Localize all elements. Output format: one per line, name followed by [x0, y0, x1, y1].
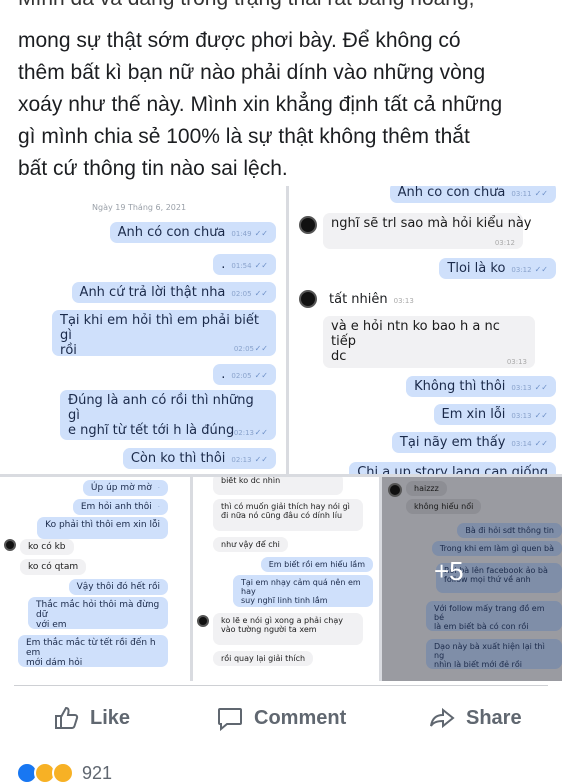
- post-line: xoáy như thế này. Mình xin khẳng định tấ…: [18, 93, 503, 116]
- message-bubble: Dạo này bà xuất hiện lại thì ng nhìn là b…: [426, 639, 562, 669]
- more-photos-count[interactable]: +5: [434, 556, 464, 587]
- check-icon: ✓✓: [254, 455, 268, 464]
- message-bubble: Anh cứ trả lời thật nha 02:05 ✓✓: [71, 282, 276, 303]
- photo-grid[interactable]: Ngày 19 Tháng 6, 2021 Anh có con chưa 01:…: [0, 186, 562, 681]
- message-bubble: haizzz: [406, 481, 447, 496]
- check-icon: ✓✓: [534, 383, 548, 392]
- reaction-count: 921: [82, 762, 113, 783]
- chat-screenshot-5[interactable]: haizzz không hiểu nổi Bà đi hỏi sdt thôn…: [382, 477, 562, 681]
- avatar: [4, 539, 16, 551]
- share-button[interactable]: Share: [428, 700, 522, 736]
- message-bubble: thì có muốn giải thích hay nói gì đi nữa …: [213, 499, 363, 531]
- message-bubble: Bà đi hỏi sdt thông tin: [457, 523, 562, 538]
- comment-button[interactable]: Comment: [216, 700, 346, 736]
- post-line: bất cứ thông tin nào sai lệch.: [18, 157, 288, 180]
- post-actions: Like Comment Share: [0, 700, 562, 736]
- check-icon: ✓✓: [254, 229, 268, 238]
- message-bubble: biết ko dc nhìn: [213, 477, 343, 495]
- like-button[interactable]: Like: [52, 700, 130, 736]
- check-icon: ✓✓: [534, 189, 548, 198]
- message-bubble: . 02:05 ✓✓: [213, 364, 276, 385]
- message-bubble: Anh có con chưa 01:49 ✓✓: [109, 222, 276, 243]
- avatar: [388, 483, 402, 497]
- message-bubble: Còn ko thì thôi 02:13 ✓✓: [122, 448, 276, 469]
- message-bubble: ko có qtam: [20, 559, 87, 575]
- message-bubble: không hiểu nổi: [406, 499, 482, 514]
- message-bubble: Ko phải thì thôi em xin lỗi: [37, 517, 168, 539]
- check-icon: ✓✓: [534, 439, 548, 448]
- message-bubble: Em hỏi anh thôi ·: [72, 499, 168, 515]
- message-bubble: Trong khi em làm gì quen bà: [431, 541, 562, 556]
- chat-screenshot-4[interactable]: biết ko dc nhìn thì có muốn giải thích h…: [193, 477, 379, 681]
- message-bubble: Úp úp mờ mờ ·: [82, 480, 168, 496]
- message-bubble: Tloi là ko 03:12 ✓✓: [439, 258, 556, 279]
- message-bubble: Không thì thôi 03:13 ✓✓: [406, 376, 556, 397]
- message-bubble: và e hỏi ntn ko bao h a nc tiếp dc 03:13: [323, 316, 535, 368]
- post-line: gì mình chia sẻ 100% là sự thật không th…: [18, 125, 470, 148]
- message-bubble: ko có kb: [20, 539, 74, 555]
- chat-screenshot-1[interactable]: Ngày 19 Tháng 6, 2021 Anh có con chưa 01:…: [0, 186, 286, 474]
- share-icon: [430, 707, 455, 729]
- message-bubble: Tại em nhạy cảm quá nên em hay suy nghĩ l…: [233, 575, 373, 607]
- chat-date: Ngày 19 Tháng 6, 2021: [92, 203, 187, 212]
- avatar: [197, 615, 209, 627]
- check-icon: ✓✓: [254, 344, 268, 353]
- check-icon: ✓✓: [254, 371, 268, 380]
- post-line: mong sự thật sớm được phơi bày. Để không…: [18, 29, 461, 52]
- check-icon: ✓✓: [534, 411, 548, 420]
- message-bubble: Tại nãy em thấy 03:14 ✓✓: [391, 432, 556, 453]
- comment-icon: [218, 708, 242, 732]
- message-bubble: Vậy thôi đó hết rồi: [68, 579, 168, 595]
- message-bubble: ko lẽ e nói gì xong a phải chạy vào tường…: [213, 613, 363, 645]
- message-bubble: Đúng là anh có rồi thì những gì e nghĩ từ…: [60, 390, 276, 440]
- thumbs-up-icon: [55, 706, 79, 729]
- message-bubble: Em biết rồi em hiểu lầm: [260, 557, 373, 572]
- chat-screenshot-2[interactable]: Anh co con chưa 03:11 ✓✓ nghĩ sẽ trl sao m…: [289, 186, 562, 474]
- message-bubble: nghĩ sẽ trl sao mà hỏi kiểu này 03:12: [323, 213, 532, 249]
- check-icon: ✓✓: [254, 289, 268, 298]
- message-bubble: . 01:54 ✓✓: [213, 254, 276, 275]
- check-icon: ✓✓: [254, 261, 268, 270]
- chat-screenshot-3[interactable]: Úp úp mờ mờ · Em hỏi anh thôi · Ko phải th…: [0, 477, 190, 681]
- check-icon: ✓✓: [534, 265, 548, 274]
- message-bubble: Thắc mắc hỏi thôi mà đừng dữ với em: [28, 597, 168, 630]
- check-icon: ✓✓: [254, 428, 268, 437]
- message-bubble: Em thắc mắc từ tết rồi đến h em mới dám h…: [18, 635, 168, 668]
- post-line: thêm bất kì bạn nữ nào phải dính vào nhữ…: [18, 61, 486, 84]
- divider: [14, 685, 548, 686]
- message-bubble: Anh co con chưa 03:11 ✓✓: [389, 186, 556, 203]
- message-text: tất nhiên 03:13: [329, 292, 414, 307]
- message-bubble: Với follow mấy trang đồ em bé là em biết …: [426, 601, 562, 631]
- wow-reaction-icon: [52, 762, 74, 784]
- post-line-cut: Mình đã và đang trong trạng thái rất bàn…: [18, 0, 475, 13]
- message-bubble: Em xin lỗi 03:13 ✓✓: [433, 404, 556, 425]
- message-bubble: rồi quay lại giải thích: [213, 651, 314, 666]
- reactions-summary[interactable]: 921: [16, 762, 112, 784]
- message-bubble: Tại khi em hỏi thì em phải biết gì rồi 02:…: [52, 310, 276, 358]
- avatar: [299, 290, 317, 308]
- message-bubble: Chị ạ up story lang can giống: [349, 462, 556, 474]
- avatar: [299, 216, 317, 234]
- message-bubble: như vậy để chi: [213, 537, 288, 552]
